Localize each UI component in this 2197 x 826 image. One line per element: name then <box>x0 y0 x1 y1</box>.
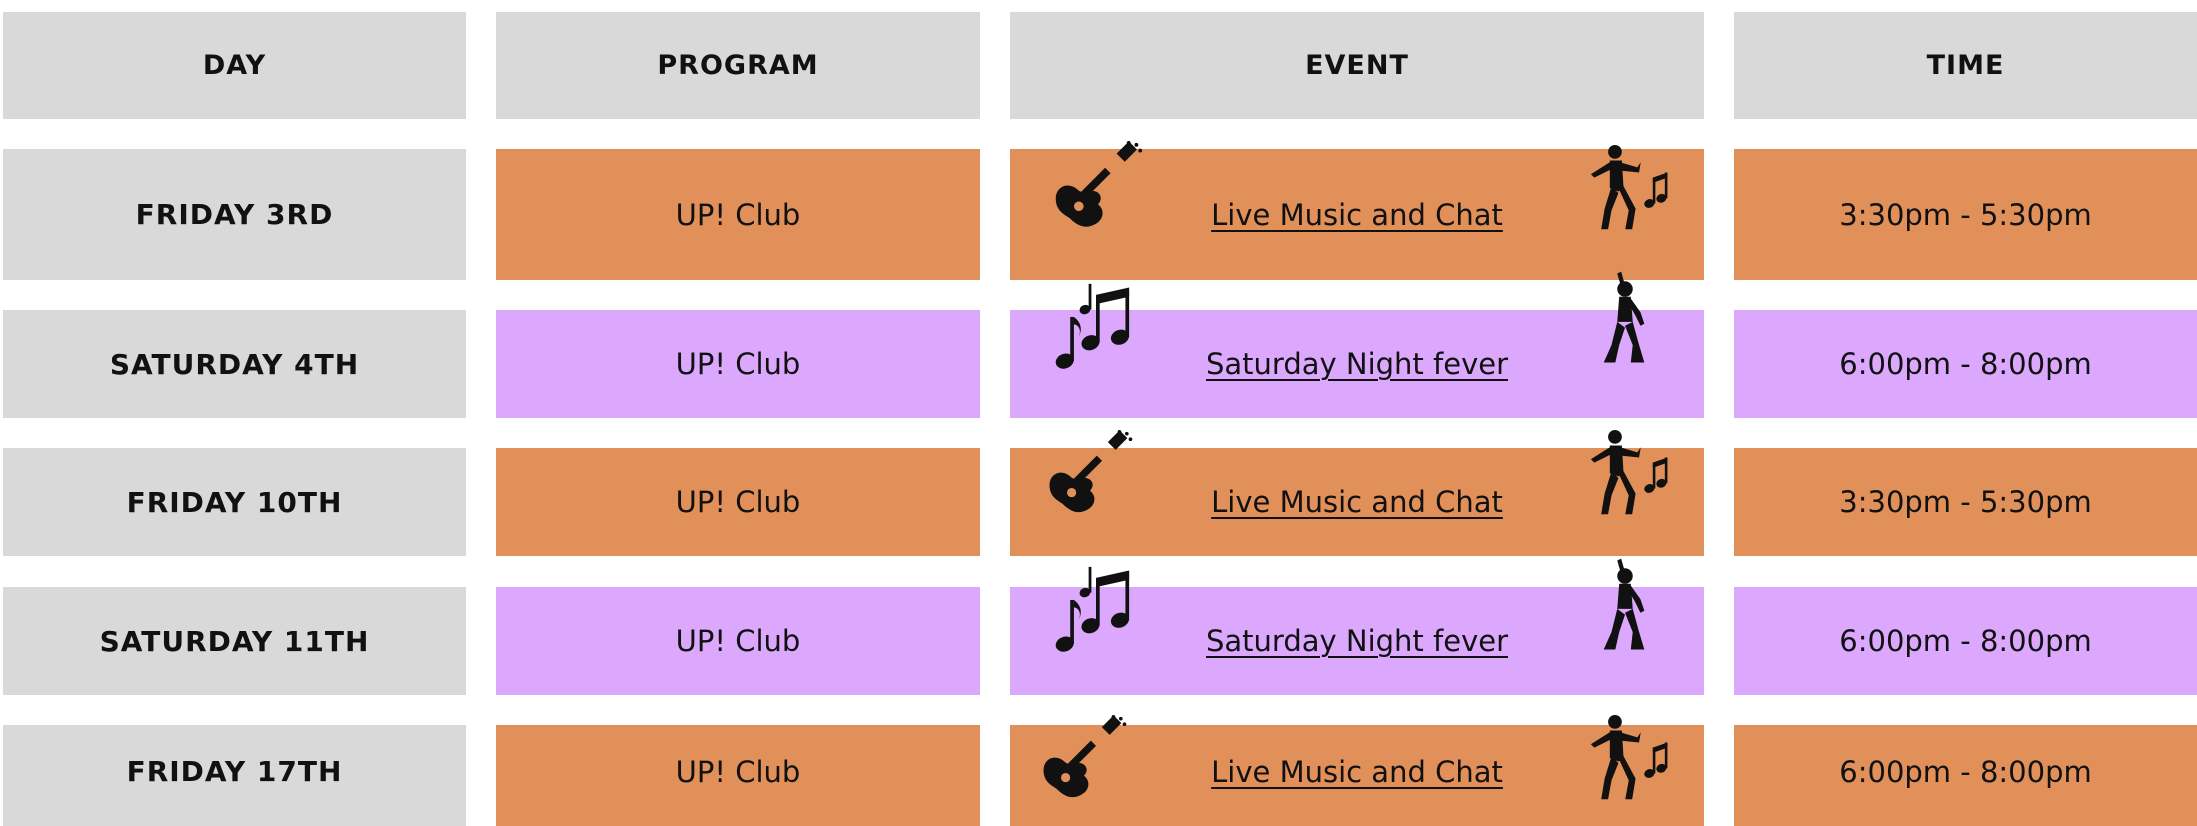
music-notes-icon <box>1050 282 1142 374</box>
header-program: PROGRAM <box>496 12 980 119</box>
music-notes-icon <box>1050 565 1142 657</box>
dancer-music-icon <box>1584 141 1670 235</box>
schedule-row: FRIDAY 17TH UP! Club Live Music and Chat… <box>0 725 2197 826</box>
guitar-icon <box>1038 715 1130 807</box>
day-cell: FRIDAY 10TH <box>3 448 466 556</box>
header-day: DAY <box>3 12 466 119</box>
event-cell: Live Music and Chat <box>1010 448 1704 556</box>
schedule-row: FRIDAY 10TH UP! Club Live Music and Chat… <box>0 448 2197 556</box>
day-cell: FRIDAY 3RD <box>3 149 466 280</box>
event-cell: Live Music and Chat <box>1010 725 1704 826</box>
disco-dancer-icon <box>1596 262 1654 374</box>
header-event: EVENT <box>1010 12 1704 119</box>
guitar-icon <box>1044 430 1136 522</box>
day-cell: SATURDAY 11TH <box>3 587 466 695</box>
guitar-icon <box>1050 141 1146 237</box>
time-cell: 3:30pm - 5:30pm <box>1734 448 2197 556</box>
event-link[interactable]: Live Music and Chat <box>1211 755 1503 789</box>
program-cell: UP! Club <box>496 448 980 556</box>
time-cell: 6:00pm - 8:00pm <box>1734 725 2197 826</box>
event-cell: Live Music and Chat <box>1010 149 1704 280</box>
header-time: TIME <box>1734 12 2197 119</box>
event-link[interactable]: Live Music and Chat <box>1211 198 1503 232</box>
dancer-music-icon <box>1584 711 1670 805</box>
schedule-row: FRIDAY 3RD UP! Club Live Music and Chat … <box>0 149 2197 280</box>
header-row: DAY PROGRAM EVENT TIME <box>0 12 2197 119</box>
dancer-music-icon <box>1584 426 1670 520</box>
event-link[interactable]: Saturday Night fever <box>1206 624 1508 658</box>
time-cell: 6:00pm - 8:00pm <box>1734 310 2197 418</box>
time-cell: 6:00pm - 8:00pm <box>1734 587 2197 695</box>
time-cell: 3:30pm - 5:30pm <box>1734 149 2197 280</box>
schedule-row: SATURDAY 11TH UP! Club Saturday Night fe… <box>0 587 2197 695</box>
program-cell: UP! Club <box>496 725 980 826</box>
event-cell: Saturday Night fever <box>1010 587 1704 695</box>
disco-dancer-icon <box>1596 549 1654 661</box>
day-cell: FRIDAY 17TH <box>3 725 466 826</box>
event-link[interactable]: Live Music and Chat <box>1211 485 1503 519</box>
program-cell: UP! Club <box>496 587 980 695</box>
event-link[interactable]: Saturday Night fever <box>1206 347 1508 381</box>
event-cell: Saturday Night fever <box>1010 310 1704 418</box>
program-cell: UP! Club <box>496 310 980 418</box>
day-cell: SATURDAY 4TH <box>3 310 466 418</box>
schedule-row: SATURDAY 4TH UP! Club Saturday Night fev… <box>0 310 2197 418</box>
program-cell: UP! Club <box>496 149 980 280</box>
